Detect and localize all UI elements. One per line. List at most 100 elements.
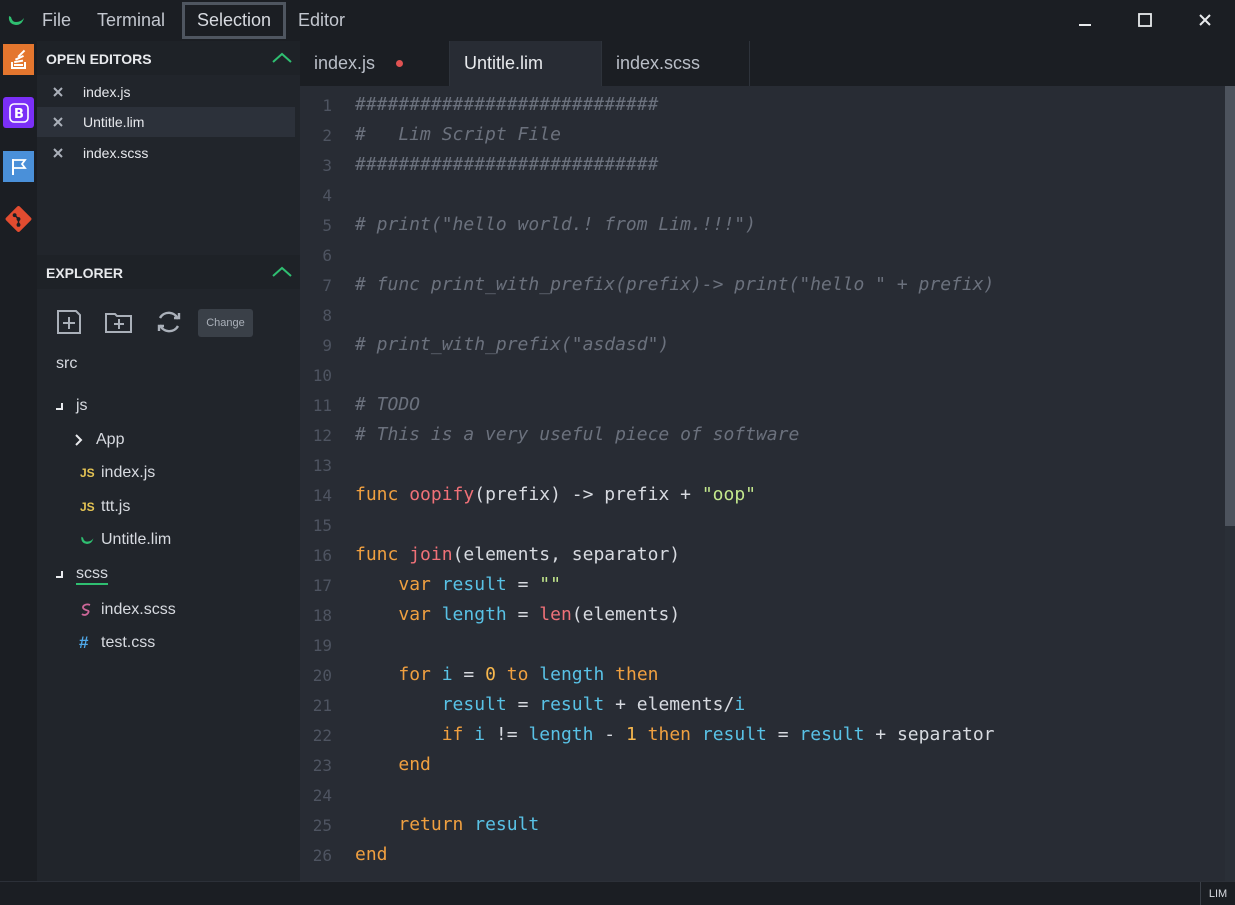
code-line: end (398, 754, 431, 775)
code-editor[interactable]: 1 2 3 4 5 6 7 8 9 10 11 12 13 14 15 16 17 18 19 20 21 22 23 24 2… (300, 86, 1235, 881)
sass-file-icon (81, 603, 91, 616)
line-number: 5 (322, 216, 332, 235)
tab-label: index.scss (616, 53, 701, 73)
tab-bar: index.js Untitle.lim index.scss (300, 41, 1235, 86)
maximize-icon (1138, 13, 1152, 27)
code-line: ############################ (355, 94, 659, 115)
tree-file-index-scss[interactable]: index.scss (101, 601, 176, 619)
tab-index-scss[interactable]: index.scss (602, 41, 750, 86)
code-line: result = result + elements/i (441, 694, 746, 715)
line-number: 9 (322, 336, 332, 355)
explorer-header[interactable]: EXPLORER (37, 255, 300, 289)
maximize-button[interactable] (1130, 6, 1160, 34)
stackoverflow-icon (10, 49, 26, 69)
activity-git[interactable] (3, 203, 34, 234)
refresh-icon[interactable] (154, 307, 184, 337)
activity-stackoverflow[interactable] (3, 44, 34, 75)
code-line: if i != length - 1 then result = result … (441, 724, 995, 745)
chevron-up-icon[interactable] (270, 263, 294, 279)
code-line: # func print_with_prefix(prefix)-> print… (355, 274, 995, 295)
activity-bootstrap[interactable]: B (3, 97, 34, 128)
close-window-button[interactable] (1190, 6, 1220, 34)
line-number: 1 (322, 96, 332, 115)
css-file-icon: # (79, 633, 89, 652)
open-editors-header[interactable]: OPEN EDITORS (37, 41, 300, 75)
folder-expanded-icon[interactable] (53, 567, 69, 583)
chevron-up-icon[interactable] (270, 49, 294, 65)
open-editor-item[interactable]: index.scss (37, 138, 295, 168)
line-number: 18 (312, 606, 332, 625)
open-editor-item[interactable]: index.js (37, 77, 295, 107)
line-number: 19 (312, 636, 332, 655)
flag-icon (11, 158, 27, 175)
tree-folder-app[interactable]: App (96, 431, 124, 449)
tree-file-untitle-lim[interactable]: Untitle.lim (101, 531, 171, 549)
code-line: # print_with_prefix("asdasd") (355, 334, 670, 355)
new-file-icon[interactable] (54, 307, 84, 337)
tree-file-index-js[interactable]: index.js (101, 464, 155, 482)
status-bar: LIM (0, 881, 1235, 905)
menu-editor[interactable]: Editor (286, 2, 357, 39)
code-line: # This is a very useful piece of softwar… (355, 424, 800, 445)
git-icon (5, 205, 32, 232)
line-number: 8 (322, 306, 332, 325)
line-number: 10 (312, 366, 332, 385)
sidebar: OPEN EDITORS index.js Untitle.lim index.… (37, 41, 300, 881)
line-number: 25 (312, 816, 332, 835)
code-line: func join(elements, separator) (355, 544, 681, 565)
line-number: 4 (322, 186, 332, 205)
tab-label: Untitle.lim (464, 53, 544, 73)
code-line: # TODO (355, 394, 421, 415)
close-icon[interactable] (51, 85, 65, 99)
tab-label: index.js (314, 53, 376, 73)
line-number: 26 (312, 846, 332, 865)
code-line: var length = len(elements) (398, 604, 681, 625)
explorer-title: EXPLORER (46, 265, 124, 281)
line-number: 23 (312, 756, 332, 775)
code-line: # print("hello world.! from Lim.!!!") (355, 214, 756, 235)
line-number: 22 (312, 726, 332, 745)
code-line: var result = "" (398, 574, 561, 595)
menu-terminal[interactable]: Terminal (85, 2, 177, 39)
activity-bar: B (0, 41, 37, 881)
tree-folder-js[interactable]: js (76, 397, 88, 415)
code-line: func oopify(prefix) -> prefix + "oop" (355, 484, 756, 505)
close-icon[interactable] (51, 115, 65, 129)
activity-flag[interactable] (3, 151, 34, 182)
line-number: 12 (312, 426, 332, 445)
tab-index-js[interactable]: index.js (300, 41, 450, 86)
close-icon (1199, 14, 1211, 26)
line-number: 6 (322, 246, 332, 265)
tree-file-ttt-js[interactable]: ttt.js (101, 498, 130, 516)
line-number: 7 (322, 276, 332, 295)
lim-logo-icon (8, 16, 24, 25)
folder-expanded-icon[interactable] (53, 399, 69, 415)
tab-untitle-lim[interactable]: Untitle.lim (450, 41, 602, 86)
line-number: 3 (322, 156, 332, 175)
scrollbar-thumb[interactable] (1225, 86, 1235, 526)
chevron-right-icon[interactable] (71, 432, 87, 448)
language-indicator[interactable]: LIM (1200, 882, 1235, 905)
tree-folder-scss[interactable]: scss (76, 565, 108, 585)
line-number: 11 (312, 396, 332, 415)
new-folder-icon[interactable] (104, 307, 134, 337)
code-line: return result (398, 814, 540, 835)
code-line: # Lim Script File (355, 124, 561, 145)
line-number: 14 (312, 486, 332, 505)
open-editor-label: index.js (83, 84, 131, 100)
menu-selection[interactable]: Selection (182, 2, 287, 39)
tree-file-test-css[interactable]: test.css (101, 634, 155, 652)
open-editor-item[interactable]: Untitle.lim (37, 107, 295, 137)
svg-text:B: B (14, 107, 24, 122)
code-line: for i = 0 to length then (398, 664, 659, 685)
menu-file[interactable]: File (30, 2, 83, 39)
close-icon[interactable] (51, 146, 65, 160)
minimize-button[interactable] (1070, 6, 1100, 34)
open-editor-label: index.scss (83, 145, 149, 161)
change-button[interactable]: Change (198, 309, 253, 337)
vertical-scrollbar[interactable] (1225, 86, 1235, 881)
unsaved-dot-icon (396, 60, 403, 67)
line-number: 13 (312, 456, 332, 475)
line-number-gutter: 1 2 3 4 5 6 7 8 9 10 11 12 13 14 15 16 17 18 19 20 21 22 23 24 2… (300, 86, 345, 881)
explorer-root[interactable]: src (56, 355, 77, 373)
